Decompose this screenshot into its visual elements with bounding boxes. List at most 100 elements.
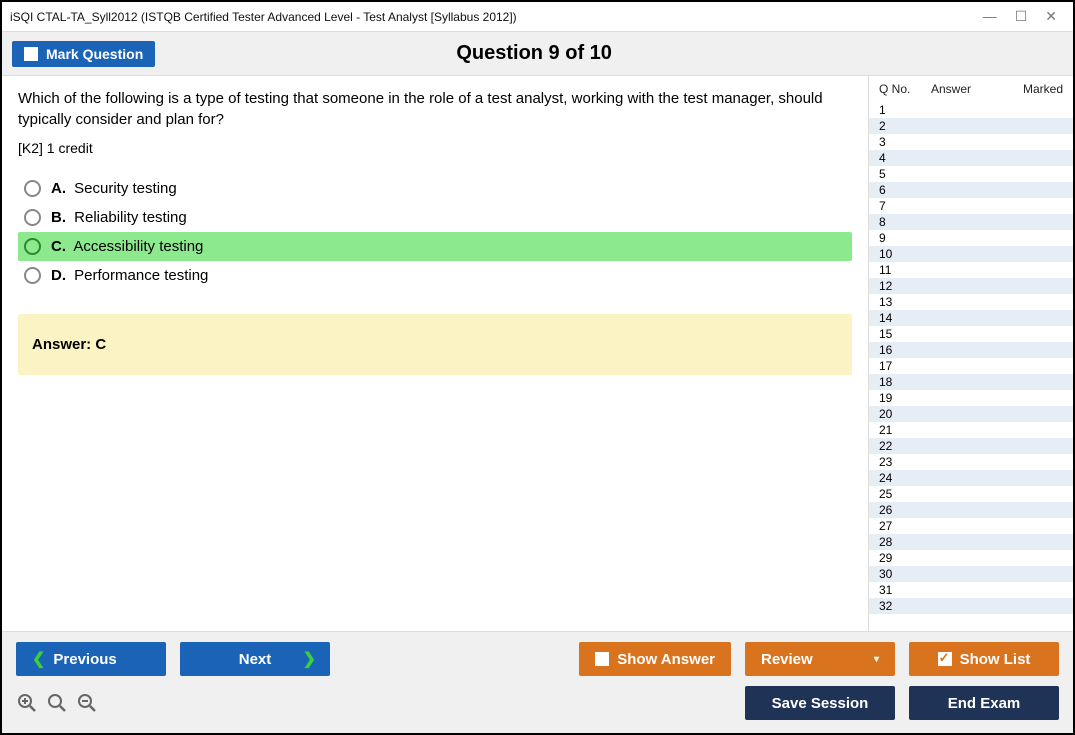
next-button[interactable]: Next ❯ <box>180 642 330 676</box>
sidebar-col-marked: Marked <box>997 82 1063 96</box>
row-qno: 31 <box>879 583 931 597</box>
list-item[interactable]: 19 <box>869 390 1073 406</box>
chevron-down-icon: ▾ <box>874 654 879 665</box>
review-label: Review <box>761 651 813 668</box>
sidebar-col-answer: Answer <box>931 82 997 96</box>
row-qno: 9 <box>879 231 931 245</box>
row-qno: 32 <box>879 599 931 613</box>
row-qno: 29 <box>879 551 931 565</box>
list-item[interactable]: 26 <box>869 502 1073 518</box>
list-item[interactable]: 17 <box>869 358 1073 374</box>
option-text: B. Reliability testing <box>51 209 187 226</box>
row-qno: 12 <box>879 279 931 293</box>
list-item[interactable]: 30 <box>869 566 1073 582</box>
sidebar-header: Q No. Answer Marked <box>869 76 1073 102</box>
row-qno: 1 <box>879 103 931 117</box>
option-text: D. Performance testing <box>51 267 208 284</box>
list-item[interactable]: 3 <box>869 134 1073 150</box>
list-item[interactable]: 28 <box>869 534 1073 550</box>
row-qno: 26 <box>879 503 931 517</box>
sidebar-col-qno: Q No. <box>879 82 931 96</box>
checkbox-checked-icon <box>938 652 952 666</box>
list-item[interactable]: 13 <box>869 294 1073 310</box>
previous-button[interactable]: ❮ Previous <box>16 642 166 676</box>
list-item[interactable]: 15 <box>869 326 1073 342</box>
zoom-out-icon[interactable] <box>76 692 98 714</box>
footer-row-2: Save Session End Exam <box>16 686 1059 720</box>
list-item[interactable]: 9 <box>869 230 1073 246</box>
list-item[interactable]: 31 <box>869 582 1073 598</box>
row-qno: 11 <box>879 263 931 277</box>
row-qno: 4 <box>879 151 931 165</box>
end-exam-label: End Exam <box>948 695 1021 712</box>
row-qno: 7 <box>879 199 931 213</box>
row-qno: 19 <box>879 391 931 405</box>
row-qno: 27 <box>879 519 931 533</box>
row-qno: 6 <box>879 183 931 197</box>
sidebar: Q No. Answer Marked 12345678910111213141… <box>868 76 1073 631</box>
window-title: iSQI CTAL-TA_Syll2012 (ISTQB Certified T… <box>10 10 517 24</box>
list-item[interactable]: 27 <box>869 518 1073 534</box>
list-item[interactable]: 20 <box>869 406 1073 422</box>
row-qno: 15 <box>879 327 931 341</box>
list-item[interactable]: 22 <box>869 438 1073 454</box>
row-qno: 14 <box>879 311 931 325</box>
list-item[interactable]: 7 <box>869 198 1073 214</box>
list-item[interactable]: 2 <box>869 118 1073 134</box>
option-A[interactable]: A. Security testing <box>18 174 852 203</box>
show-list-button[interactable]: Show List <box>909 642 1059 676</box>
sidebar-list[interactable]: 1234567891011121314151617181920212223242… <box>869 102 1073 631</box>
list-item[interactable]: 14 <box>869 310 1073 326</box>
show-answer-button[interactable]: Show Answer <box>579 642 731 676</box>
review-dropdown[interactable]: Review ▾ <box>745 642 895 676</box>
list-item[interactable]: 6 <box>869 182 1073 198</box>
window-controls: — ☐ ✕ <box>983 8 1065 25</box>
header-bar: Mark Question Question 9 of 10 <box>2 32 1073 76</box>
save-session-button[interactable]: Save Session <box>745 686 895 720</box>
zoom-in-icon[interactable] <box>16 692 38 714</box>
option-D[interactable]: D. Performance testing <box>18 261 852 290</box>
list-item[interactable]: 11 <box>869 262 1073 278</box>
list-item[interactable]: 16 <box>869 342 1073 358</box>
row-qno: 8 <box>879 215 931 229</box>
row-qno: 18 <box>879 375 931 389</box>
mark-question-button[interactable]: Mark Question <box>12 41 155 67</box>
mark-question-label: Mark Question <box>46 46 143 62</box>
row-qno: 16 <box>879 343 931 357</box>
list-item[interactable]: 10 <box>869 246 1073 262</box>
row-qno: 10 <box>879 247 931 261</box>
end-exam-button[interactable]: End Exam <box>909 686 1059 720</box>
row-qno: 5 <box>879 167 931 181</box>
show-list-label: Show List <box>960 651 1031 668</box>
close-icon[interactable]: ✕ <box>1045 8 1057 25</box>
save-session-label: Save Session <box>772 695 869 712</box>
list-item[interactable]: 24 <box>869 470 1073 486</box>
list-item[interactable]: 21 <box>869 422 1073 438</box>
list-item[interactable]: 12 <box>869 278 1073 294</box>
list-item[interactable]: 5 <box>869 166 1073 182</box>
footer: ❮ Previous Next ❯ Show Answer Review ▾ S… <box>2 631 1073 733</box>
list-item[interactable]: 25 <box>869 486 1073 502</box>
main-panel: Which of the following is a type of test… <box>2 76 868 631</box>
list-item[interactable]: 8 <box>869 214 1073 230</box>
question-counter: Question 9 of 10 <box>155 42 913 65</box>
list-item[interactable]: 18 <box>869 374 1073 390</box>
minimize-icon[interactable]: — <box>983 8 997 25</box>
row-qno: 20 <box>879 407 931 421</box>
row-qno: 21 <box>879 423 931 437</box>
zoom-controls <box>16 692 98 714</box>
list-item[interactable]: 32 <box>869 598 1073 614</box>
maximize-icon[interactable]: ☐ <box>1015 8 1028 25</box>
list-item[interactable]: 1 <box>869 102 1073 118</box>
zoom-reset-icon[interactable] <box>46 692 68 714</box>
radio-icon <box>24 267 41 284</box>
option-C[interactable]: C. Accessibility testing <box>18 232 852 261</box>
list-item[interactable]: 23 <box>869 454 1073 470</box>
row-qno: 13 <box>879 295 931 309</box>
list-item[interactable]: 29 <box>869 550 1073 566</box>
row-qno: 22 <box>879 439 931 453</box>
option-B[interactable]: B. Reliability testing <box>18 203 852 232</box>
list-item[interactable]: 4 <box>869 150 1073 166</box>
chevron-right-icon: ❯ <box>303 649 316 669</box>
question-text: Which of the following is a type of test… <box>18 88 852 130</box>
